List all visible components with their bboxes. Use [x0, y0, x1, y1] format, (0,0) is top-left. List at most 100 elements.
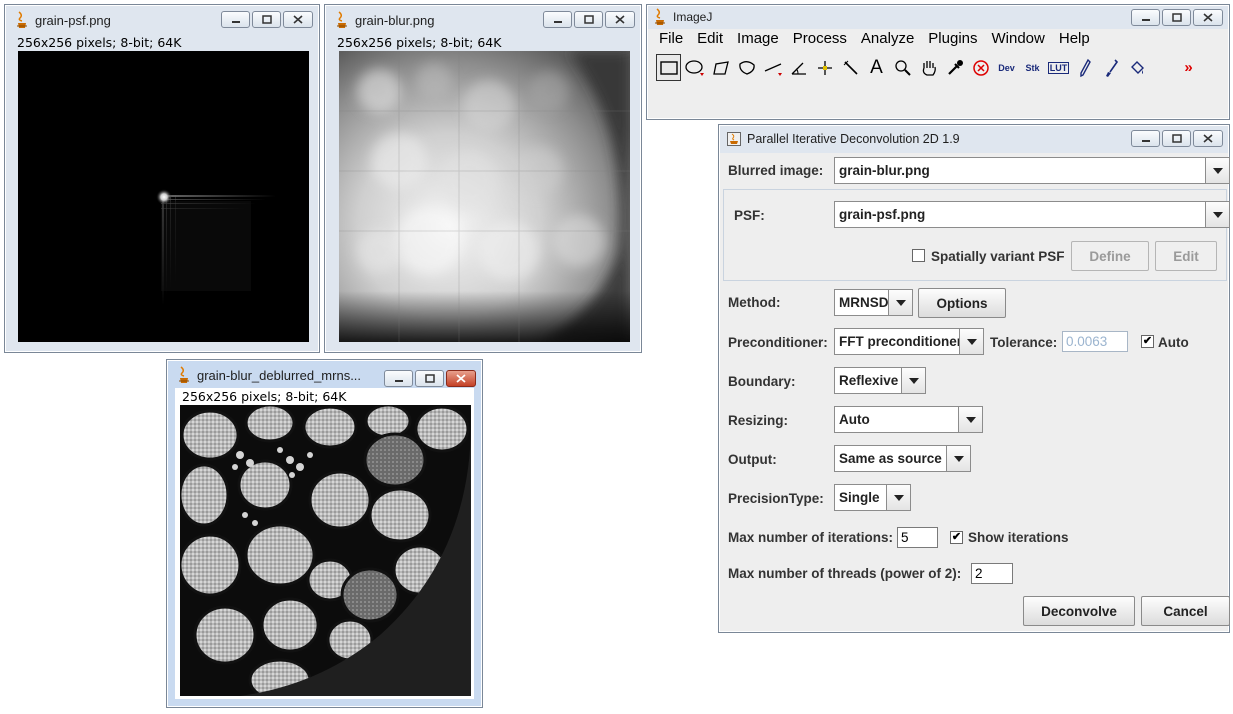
more-tools-icon[interactable]: »: [1176, 54, 1201, 81]
options-button[interactable]: Options: [918, 288, 1006, 318]
pencil-tool-icon[interactable]: [1072, 54, 1097, 81]
chevron-down-icon: [958, 407, 982, 432]
spatially-variant-checkbox[interactable]: [912, 249, 925, 262]
blur-image-canvas[interactable]: [339, 51, 630, 342]
maximize-button[interactable]: [574, 11, 603, 28]
menu-window[interactable]: Window: [992, 30, 1053, 47]
edit-button[interactable]: Edit: [1155, 241, 1217, 271]
java-icon: [179, 366, 189, 384]
tool-bar: A Dev Stk LUT »: [656, 54, 1201, 81]
menu-analyze[interactable]: Analyze: [861, 30, 922, 47]
method-select[interactable]: MRNSD: [834, 289, 913, 316]
maximize-button[interactable]: [1162, 130, 1191, 147]
close-button[interactable]: [446, 370, 476, 387]
empty-tool-slot: [1150, 54, 1175, 81]
menu-file[interactable]: File: [659, 30, 691, 47]
blurred-image-label: Blurred image:: [728, 163, 824, 178]
dialog-title: Parallel Iterative Deconvolution 2D 1.9: [747, 132, 960, 146]
java-icon: [655, 8, 665, 26]
menu-process[interactable]: Process: [793, 30, 855, 47]
chevron-down-icon: [959, 329, 983, 354]
deblurred-image-info: 256x256 pixels; 8-bit; 64K: [182, 389, 347, 404]
psf-window-title: grain-psf.png: [35, 12, 111, 28]
chevron-down-icon: [946, 446, 970, 471]
preconditioner-label: Preconditioner:: [728, 335, 828, 350]
spatially-variant-label: Spatially variant PSF: [931, 249, 1065, 264]
define-button[interactable]: Define: [1071, 241, 1149, 271]
dialog-window-controls: [1131, 130, 1223, 147]
psf-image-info: 256x256 pixels; 8-bit; 64K: [17, 35, 182, 50]
menu-image[interactable]: Image: [737, 30, 787, 47]
deblurred-image-canvas[interactable]: [180, 405, 471, 696]
point-tool-icon[interactable]: [812, 54, 837, 81]
show-iterations-label: Show iterations: [968, 530, 1069, 545]
blur-window-controls: [543, 11, 635, 28]
show-iterations-checkbox[interactable]: ✔: [950, 531, 963, 544]
boundary-select[interactable]: Reflexive: [834, 367, 926, 394]
close-button[interactable]: [1193, 130, 1223, 147]
resizing-select[interactable]: Auto: [834, 406, 983, 433]
minimize-button[interactable]: [1131, 130, 1160, 147]
auto-checkbox[interactable]: ✔: [1141, 335, 1154, 348]
minimize-button[interactable]: [543, 11, 572, 28]
minimize-button[interactable]: [221, 11, 250, 28]
precision-label: PrecisionType:: [728, 491, 824, 506]
dropper-tool-icon[interactable]: [942, 54, 967, 81]
dev-menu-icon[interactable]: Dev: [994, 54, 1019, 81]
brush-tool-icon[interactable]: [1098, 54, 1123, 81]
stop-icon[interactable]: [968, 54, 993, 81]
angle-tool-icon[interactable]: [786, 54, 811, 81]
deconvolve-button[interactable]: Deconvolve: [1023, 596, 1135, 626]
minimize-button[interactable]: [384, 370, 413, 387]
tolerance-input[interactable]: 0.0063: [1062, 331, 1128, 352]
lut-menu-icon[interactable]: LUT: [1046, 54, 1071, 81]
chevron-down-icon: [1205, 202, 1229, 227]
wand-tool-icon[interactable]: [838, 54, 863, 81]
psf-window: grain-psf.png 256x256 pixels; 8-bit; 64K: [4, 4, 320, 353]
max-iterations-input[interactable]: 5: [897, 527, 938, 548]
blur-image-info: 256x256 pixels; 8-bit; 64K: [337, 35, 502, 50]
oval-tool-icon[interactable]: [682, 54, 707, 81]
output-value: Same as source: [839, 451, 942, 466]
flood-fill-icon[interactable]: [1124, 54, 1149, 81]
deblurred-window-title: grain-blur_deblurred_mrns...: [197, 367, 362, 383]
plugin-icon: [727, 132, 741, 146]
minimize-button[interactable]: [1131, 9, 1160, 26]
maximize-button[interactable]: [1162, 9, 1191, 26]
preconditioner-value: FFT preconditioner: [839, 334, 962, 349]
java-icon: [17, 11, 27, 29]
psf-select[interactable]: grain-psf.png: [834, 201, 1230, 228]
close-button[interactable]: [605, 11, 635, 28]
preconditioner-select[interactable]: FFT preconditioner: [834, 328, 984, 355]
freehand-tool-icon[interactable]: [734, 54, 759, 81]
maximize-button[interactable]: [252, 11, 281, 28]
max-iterations-label: Max number of iterations:: [728, 530, 894, 545]
menu-edit[interactable]: Edit: [697, 30, 731, 47]
text-tool-icon[interactable]: A: [864, 54, 889, 81]
blurred-image-select[interactable]: grain-blur.png: [834, 157, 1230, 184]
close-button[interactable]: [1193, 9, 1223, 26]
maximize-button[interactable]: [415, 370, 444, 387]
hand-tool-icon[interactable]: [916, 54, 941, 81]
rectangle-tool-icon[interactable]: [656, 54, 681, 81]
output-label: Output:: [728, 452, 777, 467]
boundary-label: Boundary:: [728, 374, 796, 389]
psf-image-canvas[interactable]: [18, 51, 309, 342]
magnifier-tool-icon[interactable]: [890, 54, 915, 81]
psf-label: PSF:: [734, 208, 765, 223]
menu-help[interactable]: Help: [1059, 30, 1098, 47]
output-select[interactable]: Same as source: [834, 445, 971, 472]
line-tool-icon[interactable]: [760, 54, 785, 81]
deconvolution-dialog: Parallel Iterative Deconvolution 2D 1.9 …: [718, 124, 1230, 633]
blur-window-title: grain-blur.png: [355, 12, 435, 28]
precision-select[interactable]: Single: [834, 484, 911, 511]
max-threads-input[interactable]: 2: [971, 563, 1013, 584]
menu-plugins[interactable]: Plugins: [928, 30, 985, 47]
polygon-tool-icon[interactable]: [708, 54, 733, 81]
chevron-down-icon: [1205, 158, 1229, 183]
stk-menu-icon[interactable]: Stk: [1020, 54, 1045, 81]
java-icon: [337, 11, 347, 29]
close-button[interactable]: [283, 11, 313, 28]
cancel-button[interactable]: Cancel: [1141, 596, 1230, 626]
chevron-down-icon: [886, 485, 910, 510]
